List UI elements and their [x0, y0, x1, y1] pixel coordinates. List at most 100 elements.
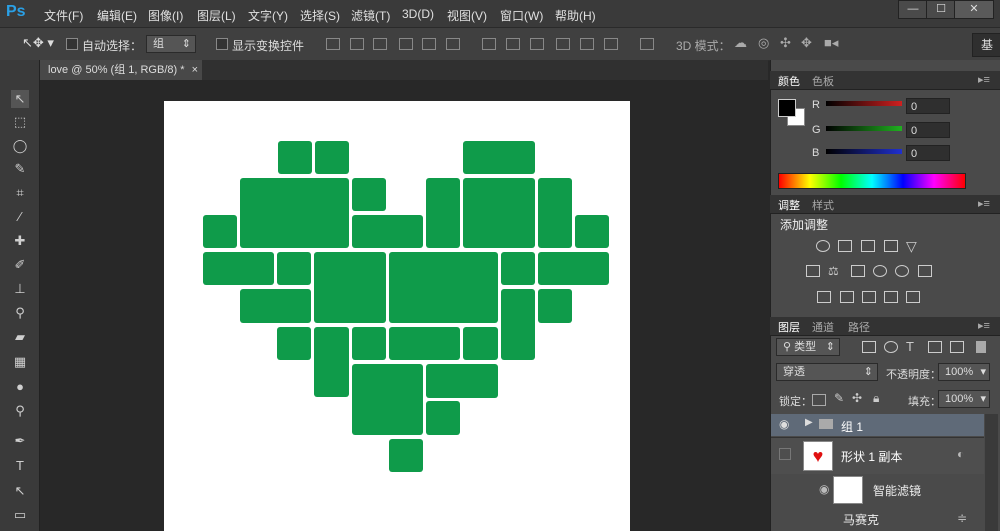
document-tab[interactable]: love @ 50% (组 1, RGB/8) * × — [40, 60, 202, 80]
gradient-tool-icon[interactable]: ▦ — [11, 353, 29, 371]
move-tool-icon[interactable]: ↖✥ ▾ — [22, 35, 54, 51]
lock-pixels-icon[interactable]: ✎ — [834, 391, 844, 405]
layer-row-group[interactable]: ◉ ▶ 组 1 — [771, 414, 984, 436]
tab-color[interactable]: 颜色 — [778, 73, 800, 89]
color-lookup-icon[interactable] — [918, 265, 932, 277]
layers-scrollbar[interactable] — [985, 414, 998, 531]
menu-3d[interactable]: 3D(D) — [402, 7, 434, 21]
history-brush-tool-icon[interactable]: ⚲ — [11, 304, 29, 322]
dodge-tool-icon[interactable]: ⚲ — [11, 402, 29, 420]
path-select-tool-icon[interactable]: ↖ — [11, 482, 29, 500]
layer-row-filter-item[interactable]: 马赛克 ≑ — [771, 507, 984, 531]
curves-icon[interactable] — [861, 240, 875, 252]
color-balance-icon[interactable]: ⚖ — [828, 265, 842, 277]
filter-toggle-icon[interactable] — [976, 341, 986, 353]
eye-icon[interactable]: ◉ — [779, 417, 789, 431]
opacity-input[interactable]: 100% ▾ — [938, 363, 990, 381]
channel-mixer-icon[interactable] — [895, 265, 909, 277]
distribute-vcenter-icon[interactable] — [506, 38, 520, 50]
photo-filter-icon[interactable] — [873, 265, 887, 277]
layer-row-smart-filters[interactable]: ◉ 智能滤镜 — [771, 474, 984, 506]
move-tool-icon[interactable]: ↖ — [11, 90, 29, 108]
lasso-tool-icon[interactable]: ◯ — [11, 137, 29, 155]
levels-icon[interactable] — [838, 240, 852, 252]
layer-filter-dropdown[interactable]: ⚲ 类型 ⇕ — [776, 338, 840, 356]
show-transform-checkbox[interactable] — [216, 38, 228, 50]
filter-adjust-icon[interactable] — [884, 341, 898, 353]
panel-menu-icon[interactable]: ▸≡ — [978, 197, 990, 210]
menu-view[interactable]: 视图(V) — [447, 7, 487, 24]
blur-tool-icon[interactable]: ● — [11, 378, 29, 396]
channel-g-slider[interactable] — [826, 126, 902, 131]
panel-menu-icon[interactable]: ▸≡ — [978, 73, 990, 86]
workspace-button[interactable]: 基 — [972, 33, 1000, 57]
channel-g-input[interactable]: 0 — [906, 122, 950, 138]
maximize-button[interactable]: ☐ — [926, 0, 956, 19]
distribute-right-icon[interactable] — [604, 38, 618, 50]
stamp-tool-icon[interactable]: ⊥ — [11, 280, 29, 298]
tab-swatches[interactable]: 色板 — [812, 73, 834, 89]
menu-image[interactable]: 图像(I) — [148, 7, 183, 24]
foreground-color-swatch[interactable] — [778, 99, 796, 117]
panel-menu-icon[interactable]: ▸≡ — [978, 319, 990, 332]
channel-r-slider[interactable] — [826, 101, 902, 106]
threshold-icon[interactable] — [862, 291, 876, 303]
menu-window[interactable]: 窗口(W) — [500, 7, 543, 24]
align-vcenter-icon[interactable] — [350, 38, 364, 50]
auto-select-dropdown[interactable]: 组 ⇕ — [146, 35, 196, 53]
pen-tool-icon[interactable]: ✒ — [11, 432, 29, 450]
3d-orbit-icon[interactable]: ☁ — [734, 35, 747, 51]
3d-slide-icon[interactable]: ✥ — [801, 35, 812, 51]
invert-icon[interactable] — [817, 291, 831, 303]
menu-filter[interactable]: 滤镜(T) — [351, 7, 390, 24]
close-button[interactable]: ✕ — [954, 0, 994, 19]
selective-color-icon[interactable] — [906, 291, 920, 303]
hue-saturation-icon[interactable] — [806, 265, 820, 277]
posterize-icon[interactable] — [840, 291, 854, 303]
tab-paths[interactable]: 路径 — [848, 319, 870, 335]
blend-mode-dropdown[interactable]: 穿透 ⇕ — [776, 363, 878, 381]
distribute-left-icon[interactable] — [556, 38, 570, 50]
3d-scale-icon[interactable]: ■◂ — [824, 35, 838, 51]
marquee-tool-icon[interactable]: ⬚ — [11, 113, 29, 131]
layer-row-shape[interactable]: ♥ 形状 1 副本 ◐ — [771, 437, 984, 474]
tab-adjustments[interactable]: 调整 — [778, 197, 800, 213]
tab-layers[interactable]: 图层 — [778, 319, 800, 335]
menu-file[interactable]: 文件(F) — [44, 7, 83, 24]
color-spectrum-bar[interactable] — [778, 173, 966, 189]
vibrance-icon[interactable]: ▽ — [906, 239, 920, 253]
filter-options-icon[interactable]: ≑ — [957, 511, 967, 525]
channel-b-input[interactable]: 0 — [906, 145, 950, 161]
quick-select-tool-icon[interactable]: ✎ — [11, 160, 29, 178]
distribute-bottom-icon[interactable] — [530, 38, 544, 50]
type-tool-icon[interactable]: T — [11, 457, 29, 475]
black-white-icon[interactable] — [851, 265, 865, 277]
auto-align-icon[interactable] — [640, 38, 654, 50]
visibility-checkbox[interactable] — [779, 448, 791, 460]
close-icon[interactable]: × — [192, 60, 198, 80]
menu-layer[interactable]: 图层(L) — [197, 7, 236, 24]
menu-select[interactable]: 选择(S) — [300, 7, 340, 24]
3d-pan-icon[interactable]: ✣ — [780, 35, 791, 51]
document-canvas[interactable] — [164, 101, 630, 531]
menu-help[interactable]: 帮助(H) — [555, 7, 596, 24]
align-top-icon[interactable] — [326, 38, 340, 50]
lock-all-icon[interactable]: 🔒︎ — [873, 391, 879, 406]
align-right-icon[interactable] — [446, 38, 460, 50]
lock-position-icon[interactable]: ✣ — [852, 391, 862, 405]
healing-tool-icon[interactable]: ✚ — [11, 232, 29, 250]
brightness-icon[interactable] — [816, 240, 830, 252]
brush-tool-icon[interactable]: ✐ — [11, 256, 29, 274]
fill-input[interactable]: 100% ▾ — [938, 390, 990, 408]
gradient-map-icon[interactable] — [884, 291, 898, 303]
crop-tool-icon[interactable]: ⌗ — [11, 184, 29, 202]
eyedropper-tool-icon[interactable]: ⁄ — [11, 208, 29, 226]
smart-object-icon[interactable]: ◐ — [957, 447, 964, 461]
menu-type[interactable]: 文字(Y) — [248, 7, 288, 24]
filter-smart-icon[interactable] — [950, 341, 964, 353]
minimize-button[interactable]: — — [898, 0, 928, 19]
lock-transparent-icon[interactable] — [812, 394, 826, 406]
align-left-icon[interactable] — [399, 38, 413, 50]
tab-styles[interactable]: 样式 — [812, 197, 834, 213]
channel-b-slider[interactable] — [826, 149, 902, 154]
